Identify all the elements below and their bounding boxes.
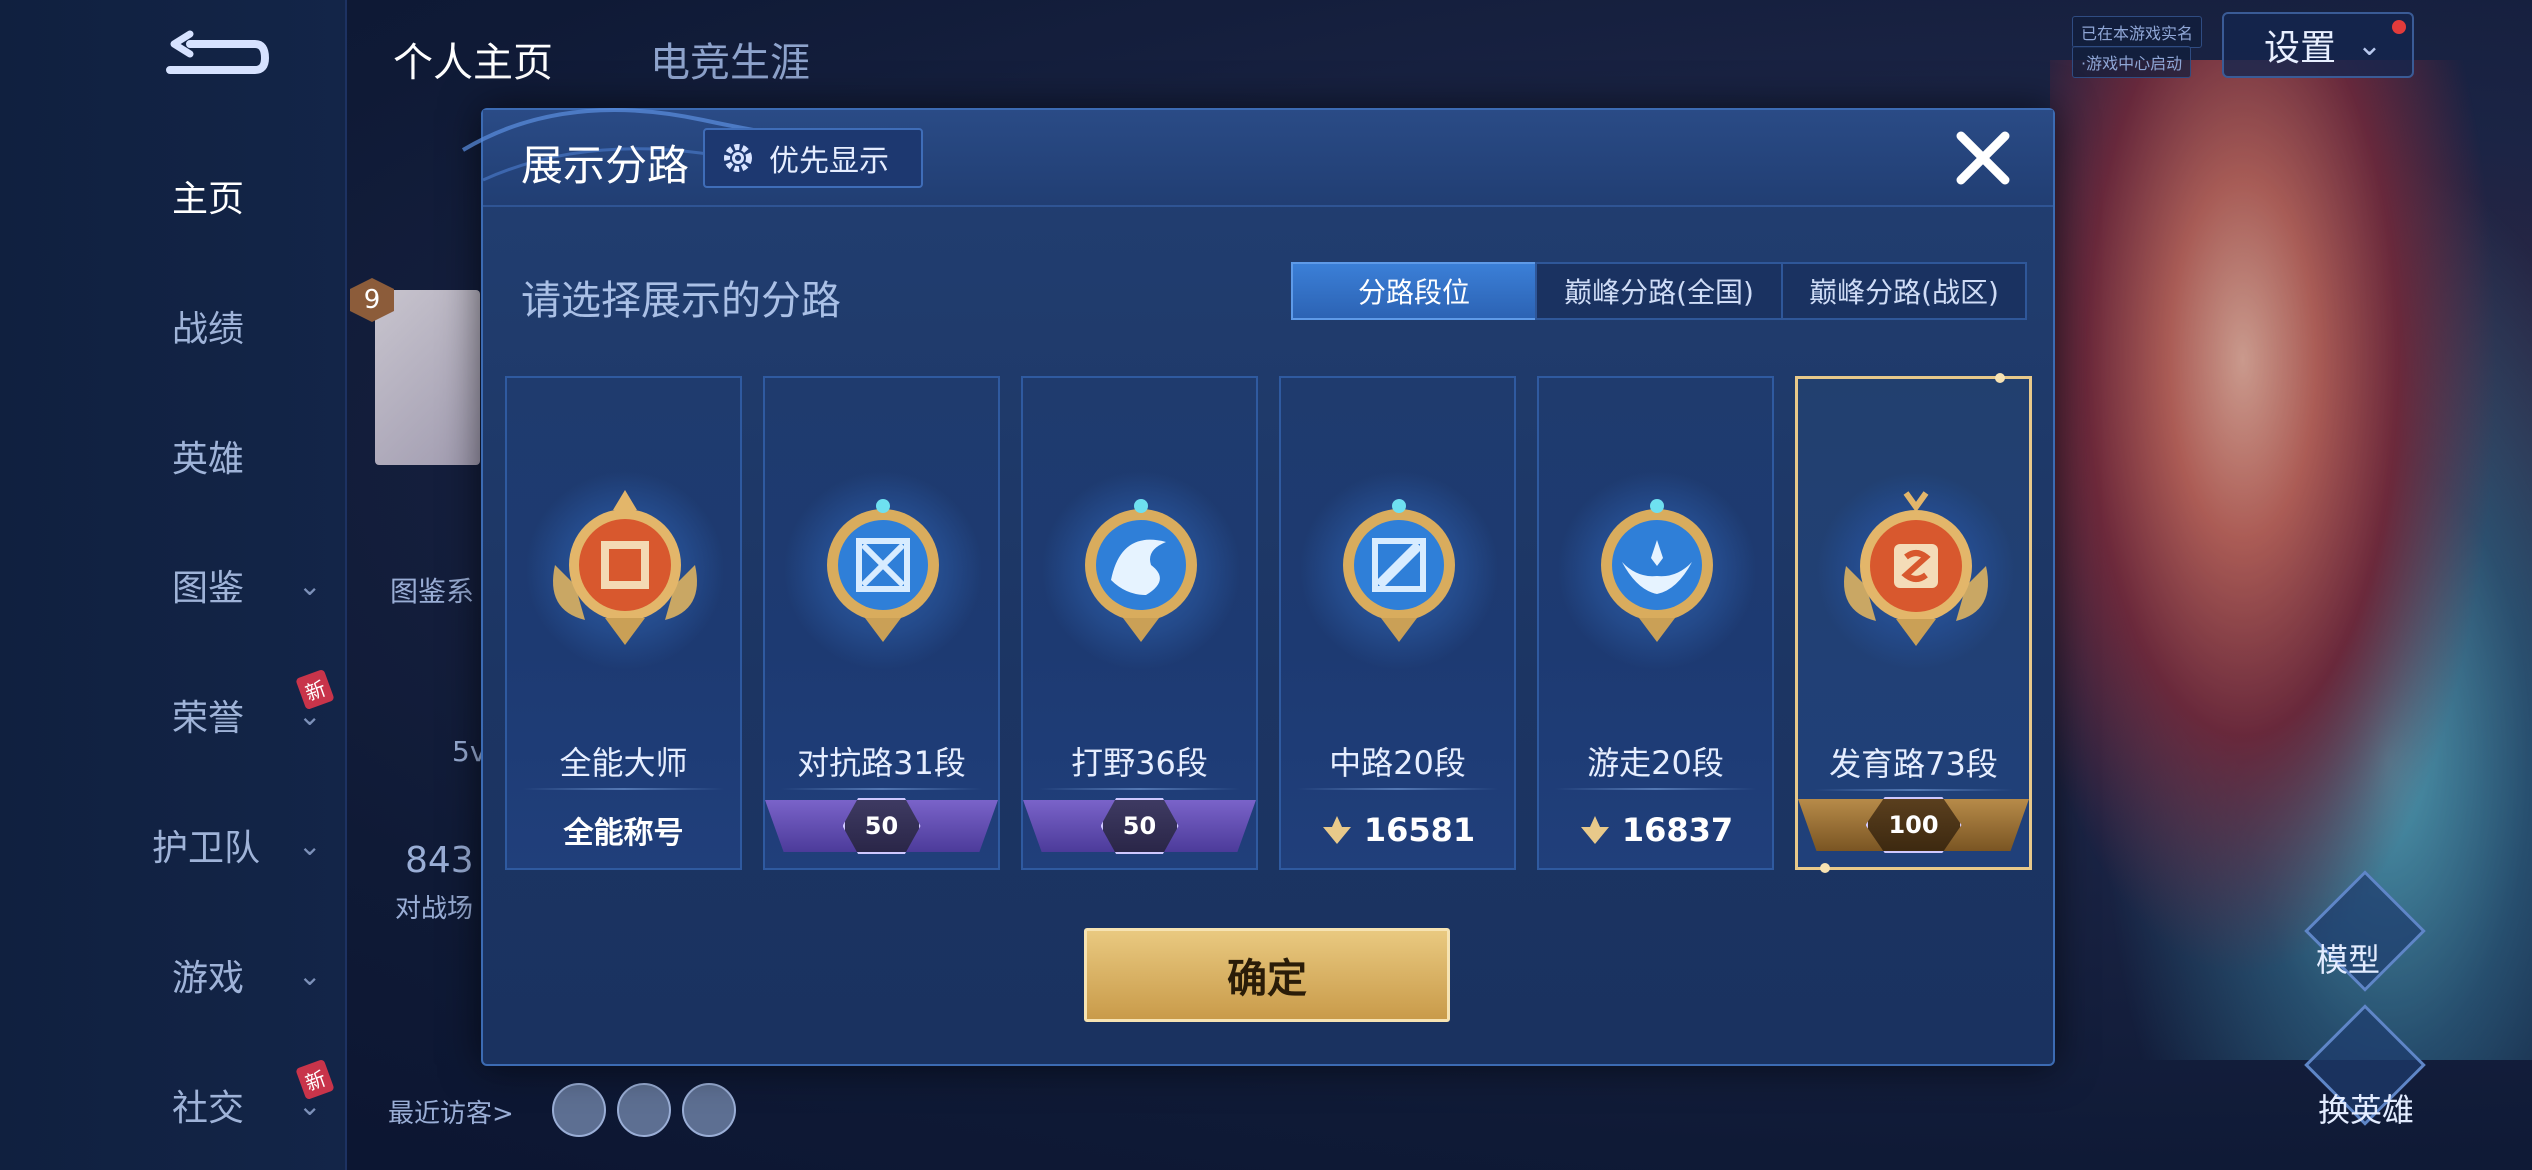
dialog-subtitle: 请选择展示的分路 bbox=[521, 278, 841, 324]
sidebar-item-label: 主页 bbox=[172, 179, 245, 220]
count-partial-text: 843 bbox=[405, 840, 474, 881]
lane-card-footer: 16581 bbox=[1281, 792, 1514, 868]
tab-esports-career[interactable]: 电竞生涯 bbox=[650, 30, 810, 88]
lane-card-mid[interactable]: 中路20段 16581 bbox=[1279, 376, 1516, 870]
lane-card-name: 对抗路31段 bbox=[797, 744, 966, 782]
sidebar-item-label: 荣誉 bbox=[172, 698, 245, 739]
lane-card-name: 中路20段 bbox=[1329, 744, 1466, 782]
lane-card-farm[interactable]: 发育路73段 100 bbox=[1795, 373, 2032, 873]
lane-card-footer: 100 bbox=[1798, 791, 2029, 867]
codex-partial-text: 图鉴系 bbox=[390, 575, 475, 608]
sidebar-item-games[interactable]: 游戏 ⌄ bbox=[0, 935, 345, 1015]
peak-score: 16837 bbox=[1621, 811, 1734, 849]
sidebar-item-label: 英雄 bbox=[172, 439, 245, 480]
sidebar-item-label: 社交 bbox=[172, 1088, 245, 1129]
rank-badge: 50 bbox=[842, 798, 921, 854]
lane-card-list: 全能大师 全能称号 对抗路31段 50 打野36段 50 中路20段 16581… bbox=[505, 373, 2035, 876]
divider bbox=[781, 788, 982, 790]
sidebar-item-codex[interactable]: 图鉴 ⌄ bbox=[0, 545, 345, 625]
sidebar-item-label: 游戏 bbox=[172, 958, 245, 999]
dialog-header: 展示分路 优先显示 bbox=[461, 108, 2053, 207]
divider bbox=[523, 788, 724, 790]
peak-score: 16581 bbox=[1363, 811, 1476, 849]
divider bbox=[1555, 788, 1756, 790]
verified-tag: 已在本游戏实名 bbox=[2072, 16, 2203, 48]
tab-peak-lane-national[interactable]: 巅峰分路(全国) bbox=[1535, 262, 1783, 320]
switch-hero-label: 换英雄 bbox=[2318, 1091, 2415, 1129]
game-center-tag: ·游戏中心启动 bbox=[2072, 46, 2192, 78]
sidebar-item-label: 战绩 bbox=[172, 309, 245, 350]
lane-card-footer: 50 bbox=[765, 792, 998, 868]
sidebar-item-guard[interactable]: 护卫队 ⌄ bbox=[0, 805, 345, 885]
recent-visitors-link[interactable]: 最近访客> bbox=[388, 1093, 514, 1130]
chevron-down-icon: ⌄ bbox=[298, 1088, 322, 1122]
sidebar-item-social[interactable]: 社交 新 ⌄ bbox=[0, 1058, 345, 1145]
back-icon[interactable] bbox=[160, 30, 270, 86]
tab-lane-rank[interactable]: 分路段位 bbox=[1291, 262, 1537, 320]
chevron-down-icon: ⌄ bbox=[2356, 28, 2382, 63]
notification-dot bbox=[2392, 20, 2406, 34]
chevron-down-icon: ⌄ bbox=[298, 828, 322, 862]
lane-card-all-round[interactable]: 全能大师 全能称号 bbox=[505, 376, 742, 870]
left-sidebar: 主页 战绩 英雄 图鉴 ⌄ 荣誉 新 ⌄ 护卫队 ⌄ 游戏 ⌄ 社交 新 ⌄ bbox=[0, 0, 347, 1170]
lane-card-footer: 16837 bbox=[1539, 792, 1772, 868]
sidebar-item-label: 图鉴 bbox=[172, 568, 245, 609]
top-lane-emblem-icon bbox=[827, 499, 939, 642]
chevron-down-icon: ⌄ bbox=[298, 568, 322, 602]
peak-score-icon bbox=[1322, 816, 1351, 844]
dialog-title: 展示分路 bbox=[521, 141, 690, 190]
chevron-down-icon: ⌄ bbox=[298, 698, 322, 732]
sidebar-item-heroes[interactable]: 英雄 bbox=[0, 416, 345, 496]
lane-card-footer: 全能称号 bbox=[563, 816, 684, 851]
divider bbox=[1039, 788, 1240, 790]
lane-card-name: 游走20段 bbox=[1587, 744, 1724, 782]
lane-card-footer: 50 bbox=[1023, 792, 1256, 868]
chevron-down-icon: ⌄ bbox=[298, 958, 322, 992]
jungle-emblem-icon bbox=[1085, 499, 1197, 642]
visitor-avatar[interactable] bbox=[617, 1083, 671, 1137]
priority-display-label: 优先显示 bbox=[769, 144, 889, 179]
sidebar-item-label: 护卫队 bbox=[152, 828, 261, 869]
model-label: 模型 bbox=[2316, 941, 2381, 979]
roam-emblem-icon bbox=[1601, 499, 1713, 642]
avatar bbox=[375, 290, 480, 465]
visitor-avatar[interactable] bbox=[552, 1083, 606, 1137]
settings-label: 设置 bbox=[2264, 28, 2337, 69]
rank-badge: 50 bbox=[1100, 798, 1179, 854]
rank-badge: 100 bbox=[1865, 797, 1962, 853]
tab-peak-lane-zone[interactable]: 巅峰分路(战区) bbox=[1781, 262, 2027, 320]
hero-artwork bbox=[2050, 60, 2532, 1060]
priority-display-button[interactable]: 优先显示 bbox=[703, 128, 923, 188]
mid-lane-emblem-icon bbox=[1343, 499, 1455, 642]
settings-button[interactable]: 设置 ⌄ bbox=[2222, 12, 2414, 78]
confirm-button[interactable]: 确定 bbox=[1084, 928, 1450, 1022]
lane-card-jungle[interactable]: 打野36段 50 bbox=[1021, 376, 1258, 870]
sidebar-item-honor[interactable]: 荣誉 新 ⌄ bbox=[0, 668, 345, 755]
lane-card-name: 打野36段 bbox=[1071, 744, 1208, 782]
close-icon[interactable] bbox=[1951, 126, 2015, 190]
corner-dot bbox=[1995, 373, 2005, 383]
lane-card-top[interactable]: 对抗路31段 50 bbox=[763, 376, 1000, 870]
sidebar-item-home[interactable]: 主页 bbox=[0, 156, 345, 236]
tab-profile[interactable]: 个人主页 bbox=[393, 30, 553, 88]
lane-card-name: 发育路73段 bbox=[1829, 745, 1998, 783]
lane-card-roam[interactable]: 游走20段 16837 bbox=[1537, 376, 1774, 870]
lane-display-dialog: 展示分路 优先显示 请选择展示的分路 分路段位 巅峰分路(全国) 巅峰分路(战区… bbox=[461, 108, 2055, 1066]
farm-lane-emblem-icon bbox=[1844, 491, 1988, 646]
divider bbox=[1297, 788, 1498, 790]
battle-partial-text: 对战场 bbox=[395, 894, 474, 924]
visitor-avatar[interactable] bbox=[682, 1083, 736, 1137]
gear-icon bbox=[724, 144, 752, 172]
lane-card-name: 全能大师 bbox=[559, 744, 688, 782]
all-round-emblem-icon bbox=[553, 490, 697, 645]
sidebar-item-record[interactable]: 战绩 bbox=[0, 286, 345, 366]
peak-score-icon bbox=[1580, 816, 1609, 844]
